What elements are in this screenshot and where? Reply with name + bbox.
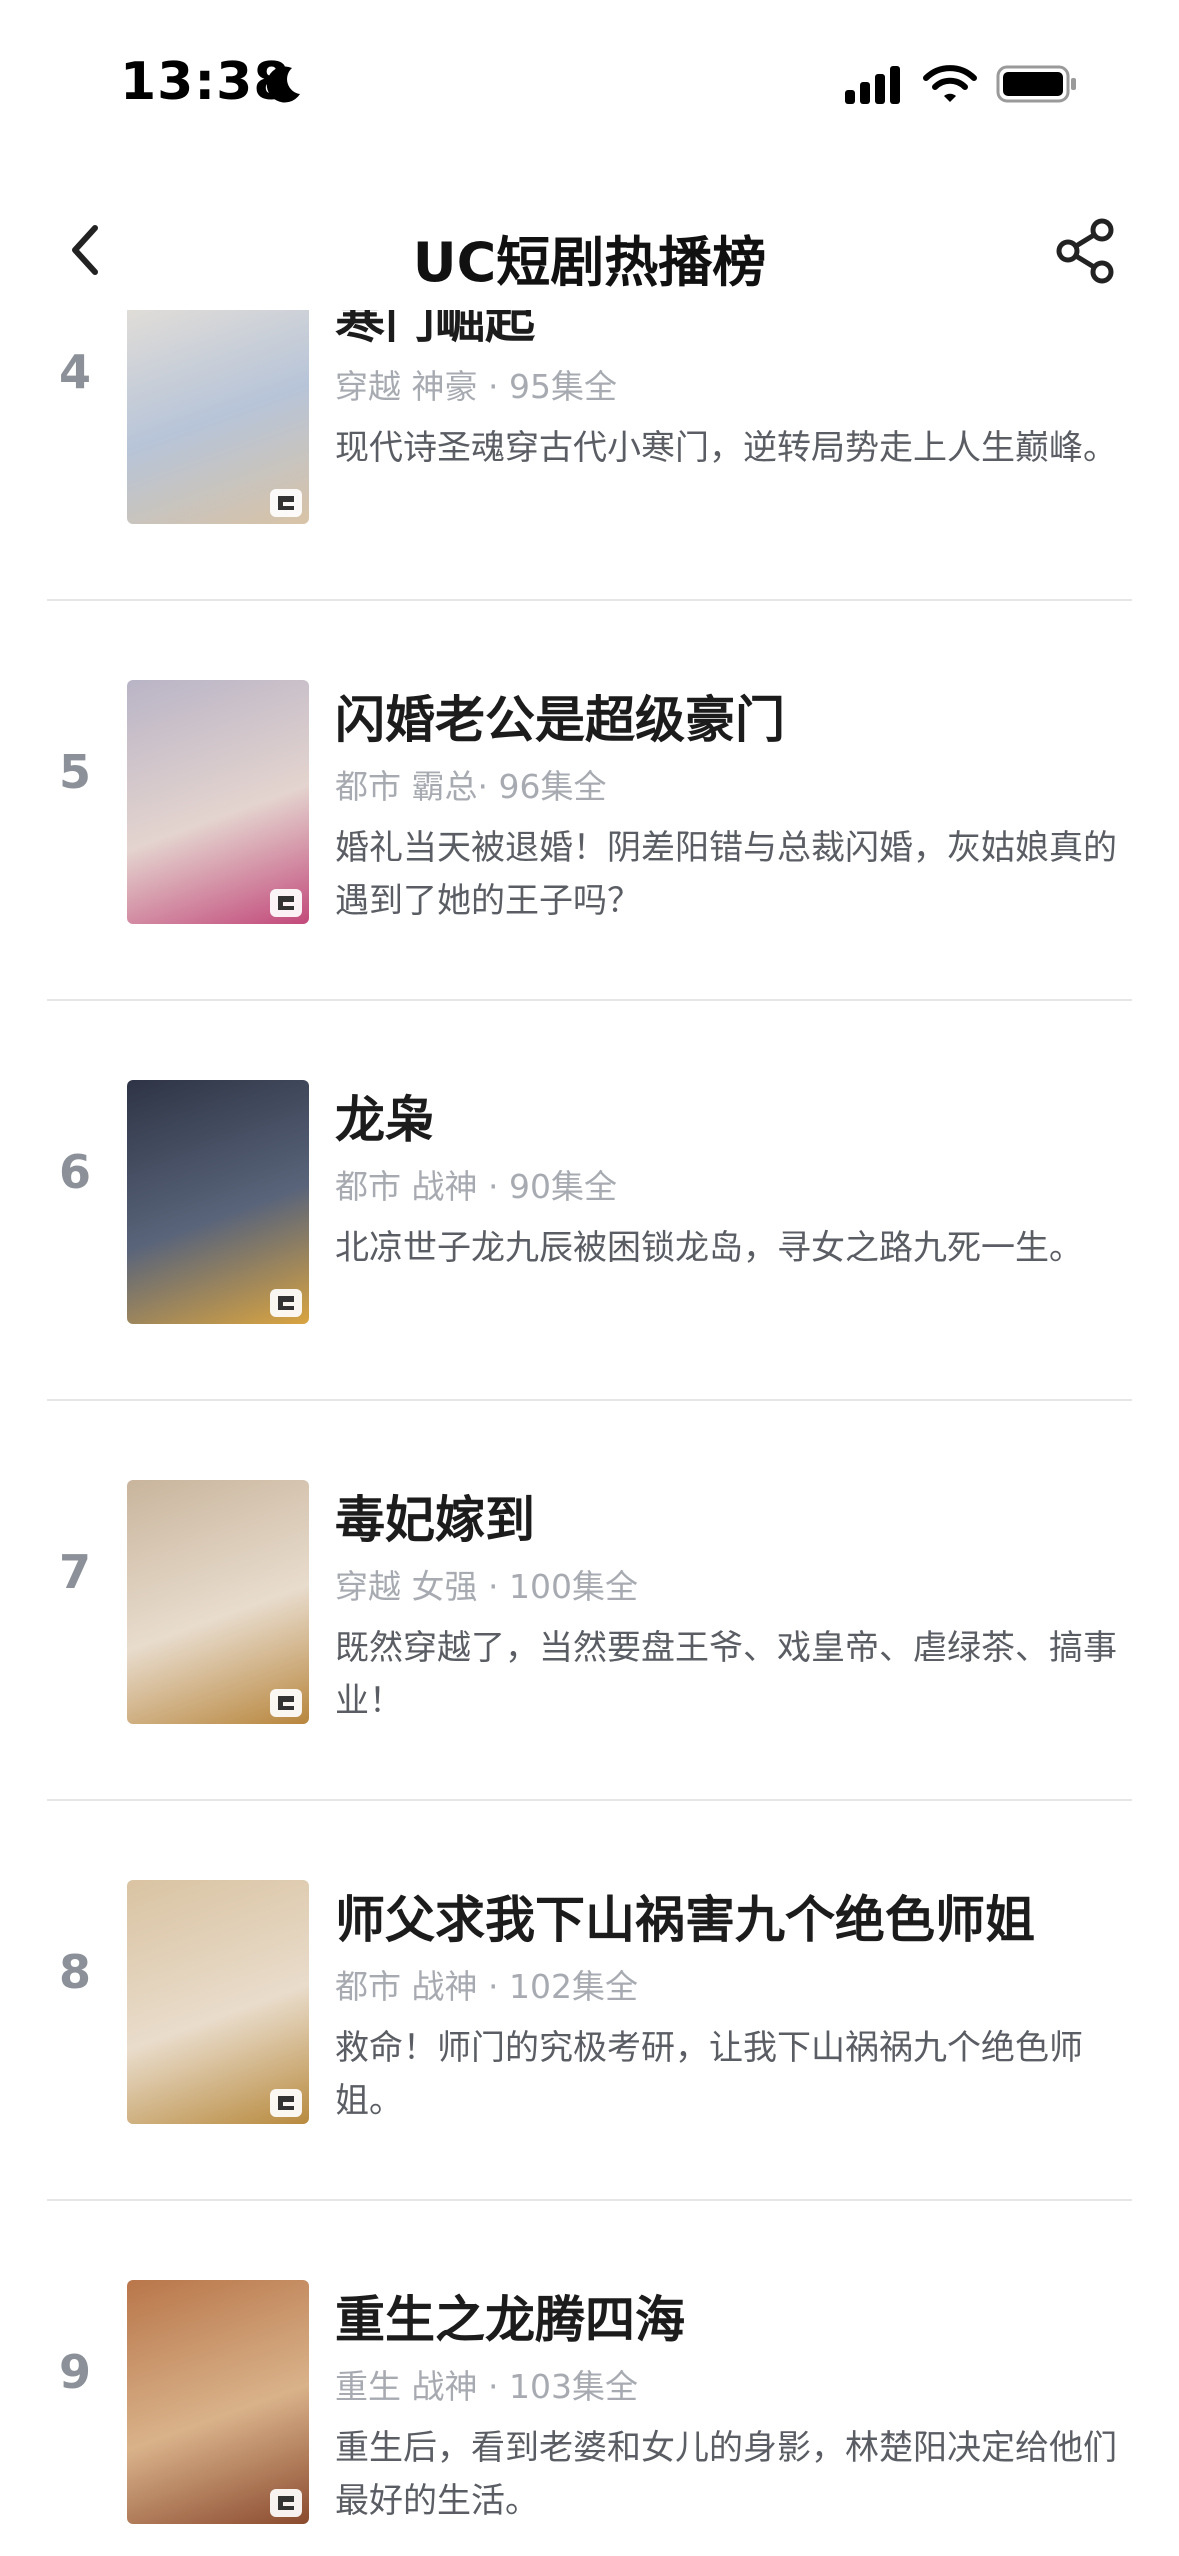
drama-meta: 穿越 神豪 · 95集全 [335, 367, 617, 406]
rank-number: 9 [58, 2345, 91, 2399]
poster-thumbnail[interactable] [127, 1480, 309, 1724]
drama-description: 现代诗圣魂穿古代小寒门，逆转局势走上人生巅峰。 [335, 428, 1117, 468]
play-badge-icon [270, 2089, 302, 2117]
drama-meta: 都市 战神 · 90集全 [335, 1167, 617, 1206]
signal-icon [845, 66, 900, 104]
wifi-icon [923, 65, 977, 102]
poster-thumbnail[interactable] [127, 2280, 309, 2524]
moon-icon [266, 66, 300, 103]
rank-number: 8 [58, 1945, 91, 1999]
status-bar: 13:38 [0, 0, 1179, 160]
drama-title[interactable]: 龙枭 [335, 1080, 435, 1152]
drama-meta: 都市 霸总· 96集全 [335, 767, 607, 806]
rank-number: 7 [58, 1545, 91, 1599]
rank-number: 5 [58, 745, 91, 799]
poster-thumbnail[interactable] [127, 1880, 309, 2124]
drama-title[interactable]: 毒妃嫁到 [335, 1480, 535, 1552]
drama-title[interactable]: 寒门崛起 [335, 310, 535, 352]
drama-meta: 穿越 女强 · 100集全 [335, 1567, 638, 1606]
play-badge-icon [270, 2489, 302, 2517]
drama-description: 婚礼当天被退婚！阴差阳错与总裁闪婚，灰姑娘真的遇到了她的王子吗？ [335, 828, 1117, 921]
poster-thumbnail[interactable] [127, 1080, 309, 1324]
drama-description: 北凉世子龙九辰被困锁龙岛，寻女之路九死一生。 [335, 1228, 1083, 1268]
page-title: UC短剧热播榜 [412, 231, 767, 294]
list-item[interactable]: 8 师父求我下山祸害九个绝色师姐都市 战神 · 102集全救命！师门的究极考研，让… [0, 1800, 1179, 2201]
rank-number: 6 [58, 1145, 91, 1199]
nav-bar: UC短剧热播榜 [0, 190, 1179, 310]
poster-thumbnail[interactable] [127, 310, 309, 524]
drama-description: 救命！师门的究极考研，让我下山祸祸九个绝色师姐。 [335, 2028, 1083, 2121]
ranking-list[interactable]: 4 寒门崛起穿越 神豪 · 95集全现代诗圣魂穿古代小寒门，逆转局势走上人生巅峰。… [0, 310, 1179, 2556]
list-item[interactable]: 7 毒妃嫁到穿越 女强 · 100集全既然穿越了，当然要盘王爷、戏皇帝、虐绿茶、搞… [0, 1400, 1179, 1801]
play-badge-icon [270, 1689, 302, 1717]
drama-meta: 都市 战神 · 102集全 [335, 1967, 638, 2006]
drama-description: 重生后，看到老婆和女儿的身影，林楚阳决定给他们最好的生活。 [335, 2428, 1117, 2521]
share-icon [1056, 218, 1114, 284]
drama-title[interactable]: 师父求我下山祸害九个绝色师姐 [335, 1880, 1035, 1952]
drama-description: 既然穿越了，当然要盘王爷、戏皇帝、虐绿茶、搞事业！ [335, 1628, 1117, 1721]
share-button[interactable] [1052, 216, 1122, 286]
rank-number: 4 [58, 345, 91, 399]
poster-thumbnail[interactable] [127, 680, 309, 924]
battery-icon [996, 65, 1076, 103]
play-badge-icon [270, 889, 302, 917]
list-item[interactable]: 4 寒门崛起穿越 神豪 · 95集全现代诗圣魂穿古代小寒门，逆转局势走上人生巅峰。 [0, 310, 1179, 601]
list-item[interactable]: 9 重生之龙腾四海重生 战神 · 103集全重生后，看到老婆和女儿的身影，林楚阳决… [0, 2200, 1179, 2556]
drama-title[interactable]: 重生之龙腾四海 [335, 2280, 685, 2352]
play-badge-icon [270, 1289, 302, 1317]
drama-meta: 重生 战神 · 103集全 [335, 2367, 638, 2406]
list-item[interactable]: 6 龙枭都市 战神 · 90集全北凉世子龙九辰被困锁龙岛，寻女之路九死一生。 [0, 1000, 1179, 1401]
list-item[interactable]: 5 闪婚老公是超级豪门都市 霸总· 96集全婚礼当天被退婚！阴差阳错与总裁闪婚，灰… [0, 600, 1179, 1001]
drama-title[interactable]: 闪婚老公是超级豪门 [335, 680, 785, 752]
play-badge-icon [270, 489, 302, 517]
